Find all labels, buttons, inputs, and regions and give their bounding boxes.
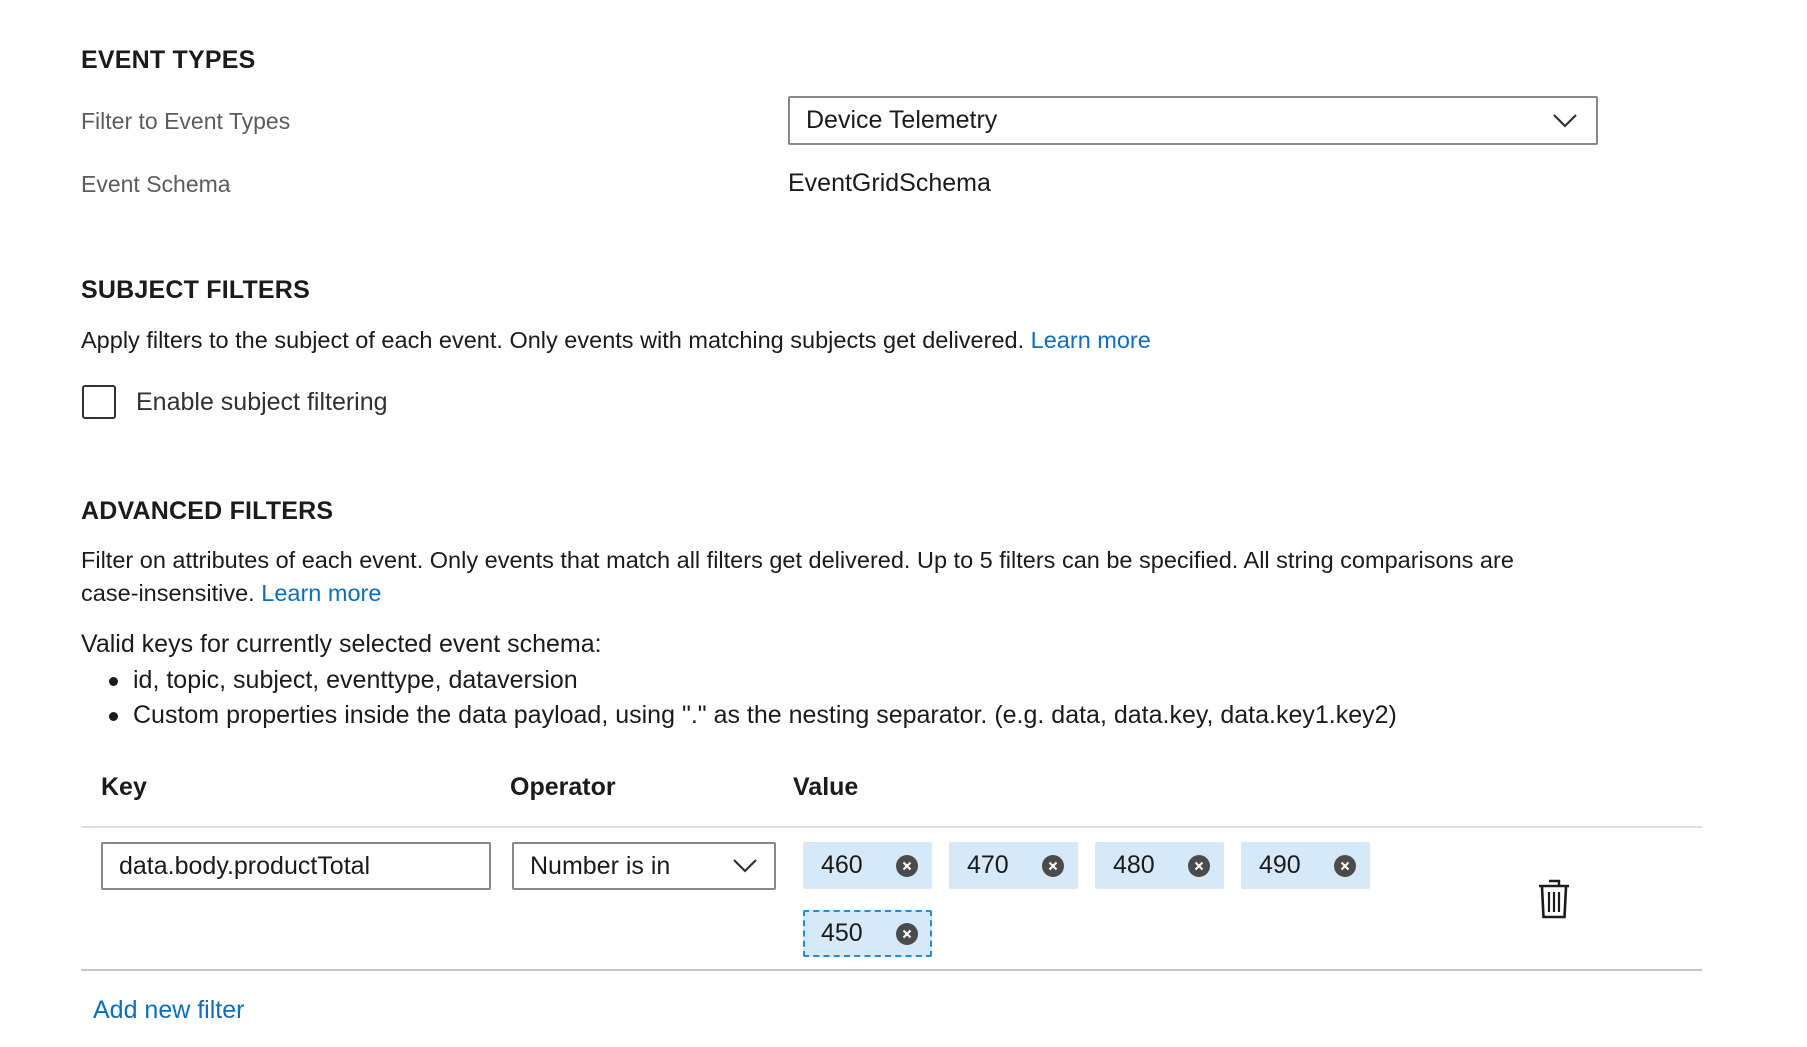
value-chip-text: 490: [1259, 851, 1301, 879]
event-schema-label: Event Schema: [81, 171, 231, 197]
enable-subject-filtering-row[interactable]: Enable subject filtering: [82, 385, 388, 419]
value-chip[interactable]: 460: [803, 842, 932, 889]
table-bottom-divider: [81, 969, 1702, 971]
valid-keys-list: id, topic, subject, eventtype, dataversi…: [81, 663, 1397, 733]
valid-keys-heading: Valid keys for currently selected event …: [81, 630, 602, 658]
remove-value-icon[interactable]: [1334, 854, 1356, 877]
event-schema-value: EventGridSchema: [788, 169, 991, 197]
subject-filters-description: Apply filters to the subject of each eve…: [81, 327, 1151, 354]
chevron-down-icon: [1553, 113, 1577, 128]
value-chip-focused[interactable]: 450: [803, 910, 932, 957]
advanced-filters-title: ADVANCED FILTERS: [81, 497, 334, 525]
key-column-header: Key: [101, 773, 147, 801]
remove-value-icon[interactable]: [896, 922, 918, 945]
filter-operator-dropdown[interactable]: Number is in: [512, 842, 776, 890]
subject-filters-title: SUBJECT FILTERS: [81, 276, 310, 304]
subject-filters-learn-more-link[interactable]: Learn more: [1031, 327, 1151, 353]
value-chip-text: 470: [967, 851, 1009, 879]
remove-value-icon[interactable]: [1042, 854, 1064, 877]
filter-key-input[interactable]: [101, 842, 491, 890]
filter-operator-value: Number is in: [530, 851, 671, 880]
value-column-header: Value: [793, 773, 859, 801]
event-types-title: EVENT TYPES: [81, 46, 256, 74]
enable-subject-filtering-label[interactable]: Enable subject filtering: [136, 388, 388, 417]
event-types-dropdown[interactable]: Device Telemetry: [788, 96, 1598, 145]
trash-icon: [1539, 879, 1569, 919]
filter-event-types-label: Filter to Event Types: [81, 108, 291, 134]
delete-filter-button[interactable]: [1537, 878, 1571, 925]
event-types-dropdown-value: Device Telemetry: [806, 106, 998, 134]
advanced-filters-description-line2: case-insensitive.: [81, 580, 255, 606]
valid-keys-item: Custom properties inside the data payloa…: [81, 698, 1397, 733]
valid-keys-item: id, topic, subject, eventtype, dataversi…: [81, 663, 1397, 698]
value-chip[interactable]: 470: [949, 842, 1078, 889]
table-header-divider: [81, 826, 1702, 828]
advanced-filters-description-line1: Filter on attributes of each event. Only…: [81, 547, 1514, 573]
value-chip-text: 480: [1113, 851, 1155, 879]
remove-value-icon[interactable]: [1188, 854, 1210, 877]
enable-subject-filtering-checkbox[interactable]: [82, 385, 116, 419]
value-chip[interactable]: 490: [1241, 842, 1370, 889]
subject-filters-description-text: Apply filters to the subject of each eve…: [81, 327, 1025, 353]
advanced-filters-description-line2-row: case-insensitive. Learn more: [81, 580, 381, 607]
value-chip[interactable]: 480: [1095, 842, 1224, 889]
advanced-filters-learn-more-link[interactable]: Learn more: [261, 580, 381, 606]
remove-value-icon[interactable]: [896, 854, 918, 877]
value-chip-text: 450: [821, 919, 863, 947]
value-chip-text: 460: [821, 851, 863, 879]
operator-column-header: Operator: [510, 773, 616, 801]
add-new-filter-link[interactable]: Add new filter: [93, 996, 244, 1025]
chevron-down-icon: [733, 859, 757, 873]
